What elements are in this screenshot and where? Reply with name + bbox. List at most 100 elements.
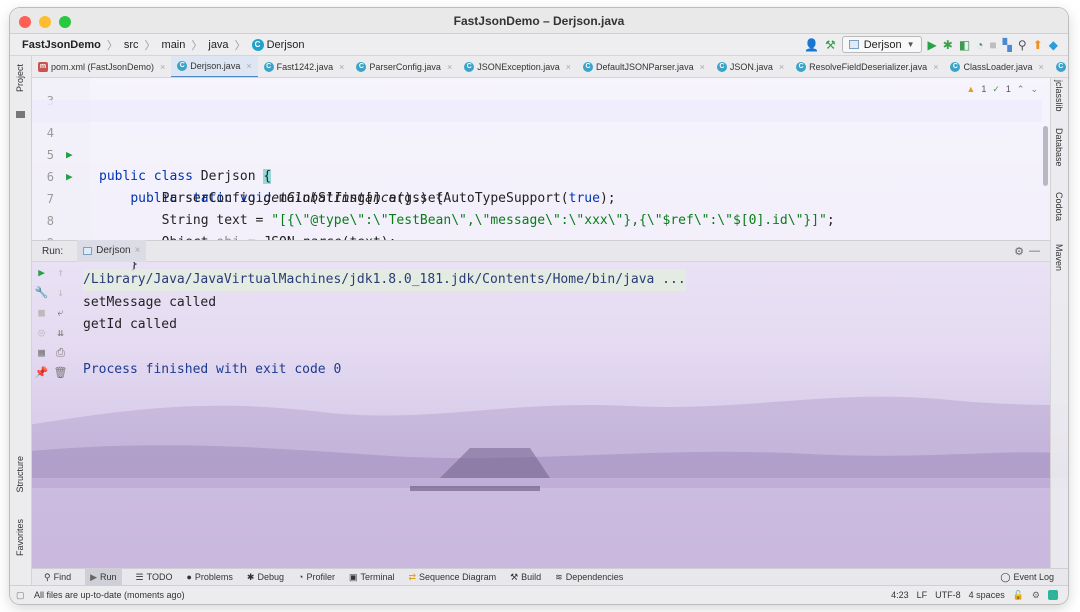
run-panel-header: Run: Derjson × ⚙ — (32, 240, 1050, 262)
left-tool-strip: Project Structure Favorites ★ (10, 56, 32, 604)
print-icon[interactable]: ⎙ (56, 346, 65, 360)
dependencies-tool-button[interactable]: ≋ Dependencies (555, 572, 623, 583)
config-icon (848, 40, 859, 49)
event-log-button[interactable]: ◯ Event Log (1000, 572, 1054, 583)
breadcrumb-src[interactable]: src (124, 39, 139, 51)
sequence-diagram-tool-button[interactable]: ⇄ Sequence Diagram (408, 572, 496, 583)
trash-icon[interactable]: 🗑 (54, 366, 68, 380)
code-line: 8 Object obj = JSON.parse(text); (32, 188, 1042, 250)
search-icon: ⚲ (44, 571, 51, 582)
status-bar: ▢ All files are up-to-date (moments ago)… (10, 585, 1068, 604)
project-structure-icon[interactable]: ▚ (1003, 37, 1012, 53)
project-tool-button[interactable]: Project (15, 64, 25, 92)
profiler-tool-button[interactable]: ◔ Profiler (298, 572, 335, 582)
line-separator[interactable]: LF (917, 590, 928, 600)
rerun-icon[interactable]: ▶ (38, 266, 45, 280)
todo-tool-button[interactable]: ☰ TODO (136, 572, 173, 583)
run-tab-derjson[interactable]: Derjson × (77, 240, 147, 262)
breadcrumb-file[interactable]: Derjson (267, 39, 305, 51)
console-line-output: setMessage called (83, 295, 217, 310)
config-icon (83, 247, 93, 255)
console-line-exit: Process finished with exit code 0 (83, 362, 342, 377)
folder-icon (16, 111, 25, 118)
code-line: 5 ▶ public static void main(String[] arg… (32, 122, 1042, 206)
scroll-to-end-icon[interactable]: ⇊ (57, 326, 64, 340)
code-editor[interactable]: ▲1 ✓1 ⌃ ⌄ 3 4 ▶ public class Derjson { 5… (32, 78, 1050, 272)
run-icon: ▶ (90, 571, 98, 582)
terminal-tool-button[interactable]: ▣ Terminal (349, 572, 395, 583)
lock-icon[interactable]: 🔓 (1013, 590, 1024, 601)
breadcrumb-project[interactable]: FastJsonDemo (22, 39, 101, 51)
minimize-window-button[interactable] (39, 16, 51, 28)
file-encoding[interactable]: UTF-8 (935, 590, 961, 600)
maven-tool-button[interactable]: Maven (1054, 244, 1064, 271)
build-tool-button[interactable]: ⚒ Build (510, 572, 541, 583)
git-icon[interactable]: ⚙ (1032, 590, 1040, 601)
ide-window: FastJsonDemo – Derjson.java FastJsonDemo… (10, 8, 1068, 604)
window-controls (19, 16, 71, 28)
layers-icon: ≋ (555, 571, 563, 582)
tab-testb[interactable]: CTestB (1050, 56, 1068, 77)
camera-icon[interactable]: ◎ (38, 326, 45, 340)
structure-tool-button[interactable]: Structure (15, 456, 25, 493)
zoom-window-button[interactable] (59, 16, 71, 28)
chevron-down-icon: ▼ (906, 40, 915, 49)
minimize-panel-icon[interactable]: — (1029, 245, 1040, 257)
run-icon[interactable]: ▶ (928, 37, 937, 53)
tool-window-bar: ⚲ Find ▶ Run ☰ TODO ● Problems ✱ Debug ◔ Profi… (32, 568, 1068, 586)
layout-icon[interactable]: ▦ (38, 346, 45, 360)
toggle-panels-icon[interactable]: ▢ (16, 590, 25, 601)
indent-setting[interactable]: 4 spaces (969, 590, 1005, 600)
console-line-command: /Library/Java/JavaVirtualMachines/jdk1.8… (83, 269, 686, 291)
arrow-up-icon[interactable]: ↑ (57, 266, 64, 280)
terminal-icon: ▣ (348, 571, 358, 582)
problems-icon: ● (186, 572, 192, 582)
find-tool-button[interactable]: ⚲ Find (44, 572, 71, 583)
profiler-icon: ◔ (298, 572, 304, 582)
debug-icon[interactable]: ✱ (943, 37, 953, 53)
wrench-icon[interactable]: 🔧 (35, 286, 49, 300)
run-tab-label: Derjson (96, 245, 131, 256)
code-line: 9 } (32, 210, 1042, 272)
console-toolbar: ▶ 🔧 ■ ◎ ▦ 📌 ↑ ↓ ⤶ ⇊ ⎙ 🗑 (32, 262, 70, 568)
pin-icon[interactable]: 📌 (35, 366, 49, 380)
codota-tool-button[interactable]: Codota (1054, 192, 1064, 221)
profile-icon[interactable]: ◔ (976, 37, 983, 53)
gear-icon[interactable]: ⚙ (1014, 245, 1024, 258)
editor-scrollbar[interactable] (1043, 126, 1048, 186)
right-tool-strip: jclasslib Database Codota Maven (1050, 78, 1068, 580)
close-icon[interactable]: × (135, 240, 141, 262)
class-icon: C (1055, 61, 1066, 72)
run-config-label: Derjson (863, 38, 902, 51)
code-line: 10 } (32, 232, 1042, 240)
soft-wrap-icon[interactable]: ⤶ (57, 306, 63, 320)
run-tool-button[interactable]: ▶ Run (85, 568, 122, 586)
plugin-icon[interactable]: ◆ (1049, 37, 1058, 53)
breadcrumb: FastJsonDemo 〉 src 〉 main 〉 java 〉 C Derjson (22, 38, 305, 52)
bubble-icon: ◯ (1000, 571, 1011, 582)
notification-icon[interactable] (1048, 590, 1058, 600)
arrow-down-icon[interactable]: ↓ (57, 286, 64, 300)
run-configuration-select[interactable]: Derjson ▼ (841, 36, 922, 53)
stop-icon[interactable]: ■ (38, 306, 45, 320)
breadcrumb-main[interactable]: main (162, 39, 186, 51)
breadcrumb-java[interactable]: java (208, 39, 228, 51)
coverage-icon[interactable]: ◧ (959, 37, 970, 53)
console-line-output: getId called (83, 317, 177, 332)
title-bar: FastJsonDemo – Derjson.java (10, 8, 1068, 34)
window-title: FastJsonDemo – Derjson.java (453, 13, 625, 28)
user-icon[interactable]: 👤 (804, 37, 819, 53)
build-hammer-icon[interactable]: ⚒ (825, 37, 836, 53)
update-icon[interactable]: ⬆ (1033, 37, 1043, 53)
run-console[interactable]: ▶ 🔧 ■ ◎ ▦ 📌 ↑ ↓ ⤶ ⇊ ⎙ 🗑 /Library/Java/Ja… (32, 262, 1050, 568)
jclasslib-tool-button[interactable]: jclasslib (1054, 80, 1064, 112)
code-line: 4 ▶ public class Derjson { (32, 100, 1042, 184)
search-icon[interactable]: ⚲ (1018, 37, 1027, 53)
problems-tool-button[interactable]: ● Problems (186, 572, 232, 582)
stop-icon[interactable]: ■ (989, 37, 996, 53)
caret-position[interactable]: 4:23 (891, 590, 909, 600)
favorites-tool-button[interactable]: Favorites (15, 519, 25, 556)
debug-tool-button[interactable]: ✱ Debug (247, 572, 284, 583)
database-tool-button[interactable]: Database (1054, 128, 1064, 167)
close-window-button[interactable] (19, 16, 31, 28)
